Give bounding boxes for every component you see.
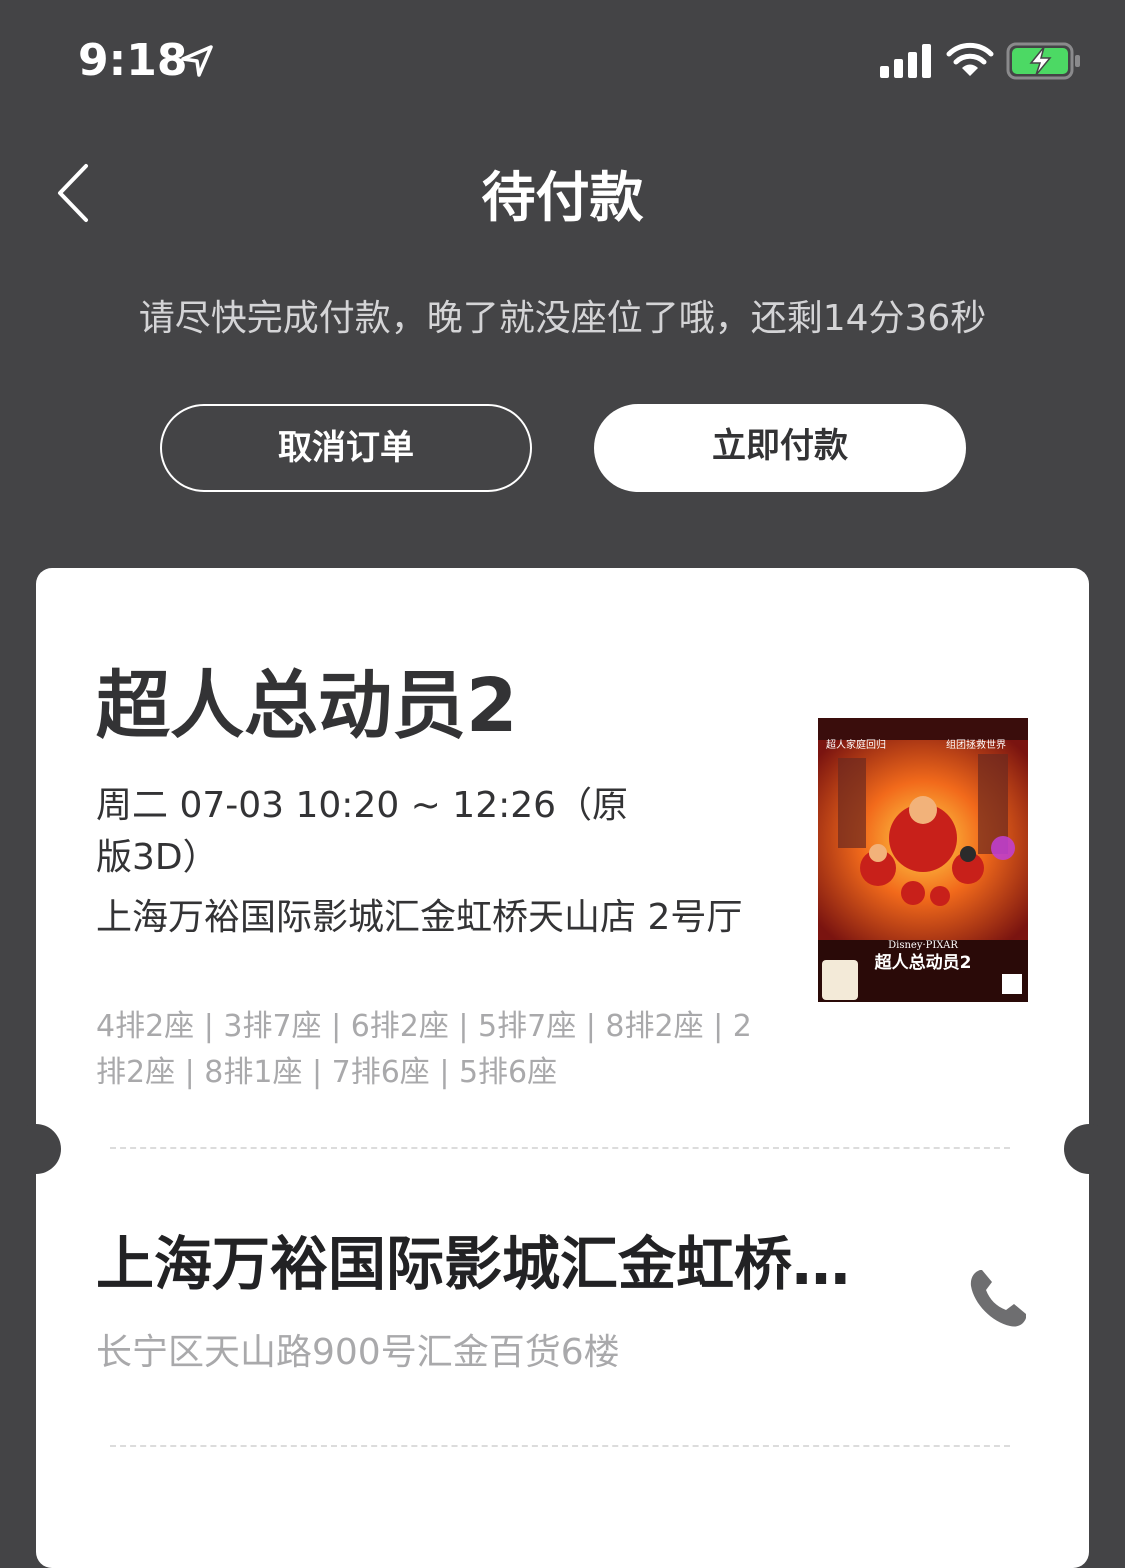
cinema-name: 上海万裕国际影城汇金虹桥天山店: [96, 1230, 856, 1298]
status-time: 9:18: [78, 35, 188, 86]
cellular-signal-icon: [880, 44, 931, 78]
ticket-divider: [110, 1147, 1010, 1149]
movie-title: 超人总动员2: [96, 663, 518, 749]
poster-brand: Disney·PIXAR: [888, 940, 958, 951]
status-bar: 9:18: [0, 0, 1125, 120]
ticket-card: 超人总动员2 周二 07-03 10:20 ~ 12:26（原版3D） 上海万裕…: [36, 568, 1089, 1568]
showtime-info: 周二 07-03 10:20 ~ 12:26（原版3D）: [96, 785, 629, 878]
pay-now-button[interactable]: 立即付款: [594, 404, 966, 492]
ticket-divider: [110, 1445, 1010, 1447]
cancel-order-button[interactable]: 取消订单: [160, 404, 532, 492]
poster-title: 超人总动员2: [875, 952, 972, 973]
battery-charging-icon: [1006, 42, 1080, 80]
cinema-hall-info: 上海万裕国际影城汇金虹桥天山店 2号厅: [96, 897, 743, 938]
seat-list: 4排2座 | 3排7座 | 6排2座 | 5排7座 | 8排2座 | 2排2座 …: [96, 1009, 752, 1090]
ticket-notch-left: [11, 1124, 61, 1174]
payment-countdown-notice: 请尽快完成付款，晚了就没座位了哦，还剩14分36秒: [138, 298, 987, 339]
poster-tagline-right: 组团拯救世界: [946, 738, 1006, 751]
wifi-icon: [946, 42, 994, 76]
page-title: 待付款: [481, 166, 644, 229]
movie-poster: 超人家庭回归 组团拯救世界 Disney·PIXAR 超人总动员2: [818, 718, 1028, 1002]
location-arrow-icon: [181, 45, 213, 77]
phone-icon[interactable]: [966, 1266, 1030, 1332]
poster-tagline-left: 超人家庭回归: [826, 738, 886, 751]
cinema-address: 长宁区天山路900号汇金百货6楼: [96, 1332, 620, 1373]
ticket-notch-right: [1064, 1124, 1114, 1174]
